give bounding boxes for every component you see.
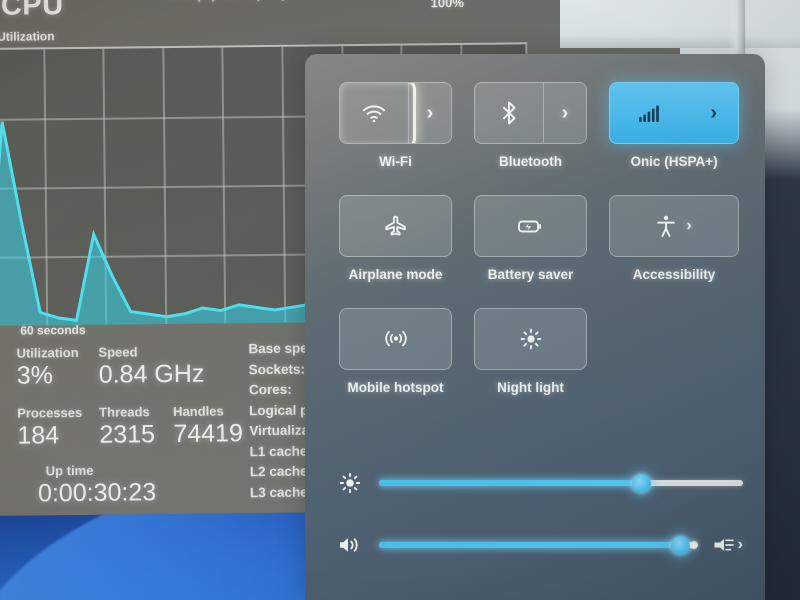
battery-saver-tile[interactable]: [474, 195, 588, 257]
quick-setting-mobile-hotspot[interactable]: Mobile hotspot: [339, 308, 453, 395]
stat-value-threads: 2315: [99, 420, 156, 449]
stat-label-uptime: Up time: [45, 462, 94, 479]
quick-settings-row-2: Airplane mode Battery saver › Accessibil…: [339, 195, 739, 282]
quick-setting-night-light[interactable]: Night light: [474, 308, 588, 395]
quick-settings-row-1: › Wi-Fi › Bluetooth › Onic (HSPA+): [339, 82, 739, 169]
bluetooth-tile[interactable]: ›: [474, 82, 588, 144]
stat-label-threads: Threads: [99, 404, 150, 420]
chevron-right-icon: ›: [737, 536, 743, 553]
quick-settings-panel[interactable]: › Wi-Fi › Bluetooth › Onic (HSPA+) Airpl…: [305, 54, 765, 600]
wifi-details-button[interactable]: ›: [409, 83, 451, 143]
mobile-hotspot-tile[interactable]: [339, 308, 453, 370]
quick-settings-row-3: Mobile hotspot Night light: [339, 308, 739, 395]
hotspot-icon: [384, 329, 408, 349]
bluetooth-icon: [501, 101, 517, 125]
mobile-hotspot-tile-label: Mobile hotspot: [347, 380, 444, 395]
chevron-right-icon: ›: [561, 102, 569, 124]
brightness-slider-track[interactable]: [379, 473, 743, 493]
quick-setting-airplane-mode[interactable]: Airplane mode: [339, 195, 453, 282]
graph-time-range-label: 60 seconds: [20, 322, 86, 338]
volume-icon: [337, 535, 363, 555]
audio-output-picker-icon: [713, 537, 735, 553]
wifi-toggle-button[interactable]: [340, 83, 409, 143]
processor-name: Intel(R) Core(TM) i7-...: [165, 0, 321, 3]
cellular-signal-icon: [638, 105, 661, 122]
brightness-slider-row[interactable]: [337, 452, 743, 514]
background-wall-upper: [560, 0, 800, 48]
night-light-icon: [520, 328, 542, 350]
quick-setting-battery-saver[interactable]: Battery saver: [474, 195, 588, 282]
quick-setting-bluetooth[interactable]: › Bluetooth: [474, 82, 588, 169]
brightness-slider-thumb[interactable]: [631, 473, 651, 493]
airplane-icon: [384, 214, 408, 238]
audio-output-picker-button[interactable]: ›: [713, 537, 743, 553]
accessibility-tile-label: Accessibility: [632, 267, 716, 282]
quick-settings-tile-grid: › Wi-Fi › Bluetooth › Onic (HSPA+) Airpl…: [305, 54, 765, 421]
bluetooth-toggle-button[interactable]: [475, 83, 544, 143]
cellular-toggle-button[interactable]: [610, 83, 689, 143]
airplane-mode-tile[interactable]: [339, 195, 453, 257]
stat-label-handles: Handles: [173, 403, 224, 419]
page-title: CPU: [0, 0, 64, 22]
stat-value-processes: 184: [17, 421, 60, 450]
stat-label-processes: Processes: [17, 404, 83, 421]
volume-slider-thumb[interactable]: [671, 535, 691, 555]
photo-of-laptop-screen: CPU Intel(R) Core(TM) i7-... 100% % Util…: [0, 0, 800, 600]
brightness-slider-fill: [379, 480, 642, 486]
quick-setting-wifi[interactable]: › Wi-Fi: [339, 82, 453, 169]
battery-saver-tile-label: Battery saver: [487, 267, 574, 282]
stat-value-utilization: 3%: [16, 361, 54, 390]
cellular-tile-label: Onic (HSPA+): [630, 154, 718, 169]
chevron-right-icon: ›: [426, 102, 434, 124]
graph-y-axis-max: 100%: [430, 0, 464, 11]
battery-saver-icon: [517, 218, 544, 235]
stat-label-speed: Speed: [98, 344, 138, 360]
quick-setting-cellular[interactable]: › Onic (HSPA+): [609, 82, 739, 169]
accessibility-tile[interactable]: ›: [609, 195, 739, 257]
bluetooth-details-button[interactable]: ›: [544, 83, 586, 143]
stat-value-speed: 0.84 GHz: [98, 359, 205, 389]
bluetooth-tile-label: Bluetooth: [499, 154, 563, 169]
brightness-icon: [337, 472, 363, 494]
night-light-tile-label: Night light: [497, 380, 564, 395]
wifi-tile[interactable]: ›: [339, 82, 453, 144]
wifi-icon: [362, 104, 386, 123]
volume-slider-trail: [689, 541, 698, 549]
airplane-mode-tile-label: Airplane mode: [348, 267, 443, 282]
cellular-tile[interactable]: ›: [609, 82, 739, 144]
stat-value-handles: 74419: [173, 419, 244, 448]
volume-slider-row[interactable]: ›: [337, 514, 743, 576]
stat-label-utilization: Utilization: [16, 344, 79, 361]
cellular-details-button[interactable]: ›: [689, 83, 738, 143]
night-light-tile[interactable]: [474, 308, 588, 370]
volume-slider-fill: [379, 542, 681, 548]
volume-slider-track[interactable]: [379, 535, 698, 555]
quick-settings-sliders: ›: [305, 452, 765, 576]
quick-setting-accessibility[interactable]: › Accessibility: [609, 195, 739, 282]
graph-y-axis-label: % Utilization: [0, 29, 55, 44]
accessibility-icon: [656, 215, 676, 238]
chevron-right-icon: ›: [686, 217, 692, 234]
stat-value-uptime: 0:00:30:23: [37, 478, 157, 508]
chevron-right-icon: ›: [710, 102, 718, 124]
wifi-tile-label: Wi-Fi: [379, 154, 412, 169]
